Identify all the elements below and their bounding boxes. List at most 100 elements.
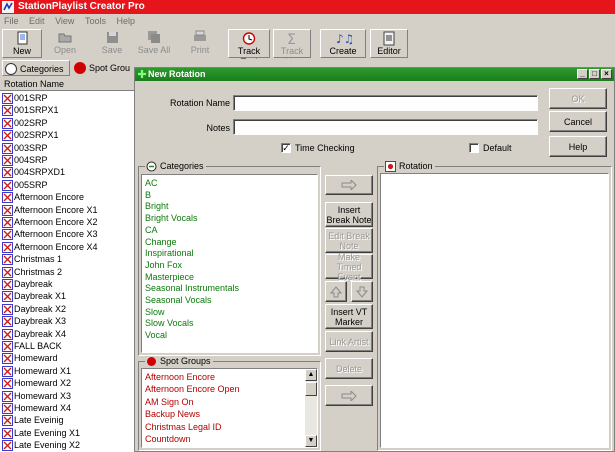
- spot-group-list-item[interactable]: Afternoon Encore Open: [145, 383, 240, 395]
- scroll-up-arrow-icon[interactable]: ▲: [305, 369, 317, 381]
- category-list-item[interactable]: Vocal: [145, 329, 167, 341]
- rotation-list-box[interactable]: [380, 173, 609, 448]
- rotation-list-item[interactable]: 001SRPX1: [0, 104, 59, 117]
- category-list-item[interactable]: B: [145, 189, 151, 201]
- track-tool-button[interactable]: Track Tool: [228, 29, 270, 67]
- save-button[interactable]: Save: [93, 29, 131, 58]
- add-to-rotation-button[interactable]: [325, 175, 373, 195]
- rotation-list-item[interactable]: Homeward X2: [0, 377, 71, 390]
- minimize-icon[interactable]: _: [577, 69, 588, 79]
- rotation-list-item[interactable]: Daybreak: [0, 278, 53, 291]
- dialog-window-controls: _ □ ×: [576, 69, 612, 80]
- category-list-item[interactable]: Bright: [145, 200, 169, 212]
- rotation-list-item[interactable]: Afternoon Encore X3: [0, 228, 98, 241]
- rotation-list-item[interactable]: Late Evening X2: [0, 439, 80, 452]
- menu-file[interactable]: File: [0, 14, 23, 28]
- menu-edit[interactable]: Edit: [25, 14, 49, 28]
- rotation-list-item[interactable]: 002SRP: [0, 117, 48, 130]
- tab-categories[interactable]: Categories: [2, 60, 70, 76]
- track-list-button[interactable]: Σ Track List: [273, 29, 311, 67]
- rotation-list-item[interactable]: 003SRP: [0, 142, 48, 155]
- spot-group-list-item[interactable]: Christmas Legal ID: [145, 421, 222, 433]
- rotation-list-item[interactable]: Afternoon Encore: [0, 191, 84, 204]
- category-list-item[interactable]: AC: [145, 177, 158, 189]
- rotation-list-item[interactable]: Daybreak X4: [0, 328, 66, 341]
- scroll-thumb[interactable]: [305, 382, 317, 396]
- spot-groups-icon: [74, 62, 86, 74]
- maximize-icon[interactable]: □: [589, 69, 600, 79]
- category-list-item[interactable]: Slow: [145, 306, 165, 318]
- open-button[interactable]: Open: [45, 29, 85, 58]
- rotation-list-item[interactable]: 004SRPXD1: [0, 166, 65, 179]
- category-list-item[interactable]: Slow Vocals: [145, 317, 194, 329]
- menu-tools[interactable]: Tools: [81, 14, 110, 28]
- category-list-item[interactable]: Masterpiece: [145, 271, 194, 283]
- insert-vt-marker-button[interactable]: Insert VT Marker: [325, 304, 373, 329]
- rotation-list-item[interactable]: 002SRPX1: [0, 129, 59, 142]
- add-spot-to-rotation-button[interactable]: [325, 385, 373, 406]
- rotation-list-item[interactable]: Homeward X3: [0, 390, 71, 403]
- up-arrow-icon: [330, 285, 342, 297]
- spot-groups-scrollbar[interactable]: ▲ ▼: [305, 369, 317, 447]
- category-list-item[interactable]: Change: [145, 236, 177, 248]
- move-up-button[interactable]: [325, 281, 347, 302]
- rotation-list-item[interactable]: Late Eveinig: [0, 414, 64, 427]
- close-icon[interactable]: ×: [601, 69, 612, 79]
- time-checking-checkbox[interactable]: ✓: [281, 143, 291, 153]
- rotation-name-input[interactable]: [233, 95, 538, 111]
- rotation-icon: [2, 291, 13, 303]
- insert-break-note-button[interactable]: Insert Break Note: [325, 202, 373, 227]
- spot-group-list-item[interactable]: AM Sign On: [145, 396, 194, 408]
- ok-button[interactable]: OK: [549, 88, 607, 109]
- print-button[interactable]: Print: [180, 29, 220, 58]
- rotation-list-item[interactable]: 001SRP: [0, 92, 48, 105]
- rotation-list-item[interactable]: Homeward X1: [0, 365, 71, 378]
- rotation-list-item[interactable]: Afternoon Encore X1: [0, 204, 98, 217]
- app-logo-icon: [2, 1, 14, 13]
- rotation-list-item[interactable]: 005SRP: [0, 179, 48, 192]
- help-button[interactable]: Help: [549, 136, 607, 157]
- category-list-item[interactable]: John Fox: [145, 259, 182, 271]
- cancel-button[interactable]: Cancel: [549, 111, 607, 132]
- rotation-list-item[interactable]: Afternoon Encore X2: [0, 216, 98, 229]
- move-down-button[interactable]: [351, 281, 373, 302]
- categories-list[interactable]: AC B Bright Bright Vocals CA Change Inspiratio…: [141, 174, 318, 353]
- make-timed-event-button[interactable]: Make Timed Event: [325, 252, 373, 282]
- create-music-icon: ♪♫: [336, 32, 352, 46]
- link-artist-button[interactable]: Link Artist: [325, 331, 373, 352]
- save-all-button[interactable]: Save All: [134, 29, 174, 58]
- spot-group-list-item[interactable]: Afternoon Encore: [145, 371, 215, 383]
- spot-groups-list[interactable]: ▲ ▼ Afternoon Encore Afternoon Encore Ope…: [141, 368, 318, 448]
- rotation-list-item[interactable]: Daybreak X2: [0, 303, 66, 316]
- rotation-list-item[interactable]: Homeward: [0, 352, 58, 365]
- tab-spot-groups[interactable]: Spot Grou: [72, 60, 134, 76]
- delete-button[interactable]: Delete: [325, 358, 373, 379]
- new-button[interactable]: New: [2, 29, 42, 58]
- spot-group-list-item[interactable]: Countdown: [145, 433, 191, 445]
- rotation-list-item[interactable]: Daybreak X3: [0, 315, 66, 328]
- category-list-item[interactable]: Seasonal Instrumentals: [145, 282, 239, 294]
- rotation-list-item[interactable]: Late Evening X1: [0, 427, 80, 440]
- menu-view[interactable]: View: [51, 14, 78, 28]
- notes-input[interactable]: [233, 119, 538, 135]
- rotation-list-item[interactable]: Christmas 1: [0, 253, 62, 266]
- rotation-list-item[interactable]: 004SRP: [0, 154, 48, 167]
- default-checkbox[interactable]: [469, 143, 479, 153]
- rotation-list-item[interactable]: Christmas 2: [0, 266, 62, 279]
- edit-break-note-button[interactable]: Edit Break Note: [325, 228, 373, 253]
- create-button[interactable]: ♪♫ Create: [320, 29, 366, 58]
- category-list-item[interactable]: Bright Vocals: [145, 212, 198, 224]
- rotation-list-item[interactable]: Homeward X4: [0, 402, 71, 415]
- editor-button[interactable]: Editor: [370, 29, 408, 58]
- category-list-item[interactable]: CA: [145, 224, 158, 236]
- dialog-title-bar[interactable]: New Rotation: [135, 68, 614, 81]
- rotation-list-item[interactable]: Afternoon Encore X4: [0, 241, 98, 254]
- rotation-name-column-header[interactable]: Rotation Name: [0, 77, 134, 91]
- category-list-item[interactable]: Seasonal Vocals: [145, 294, 212, 306]
- rotation-list-item[interactable]: FALL BACK: [0, 340, 62, 353]
- scroll-down-arrow-icon[interactable]: ▼: [305, 435, 317, 447]
- rotation-list-item[interactable]: Daybreak X1: [0, 290, 66, 303]
- spot-group-list-item[interactable]: Backup News: [145, 408, 200, 420]
- menu-help[interactable]: Help: [112, 14, 139, 28]
- category-list-item[interactable]: Inspirational: [145, 247, 194, 259]
